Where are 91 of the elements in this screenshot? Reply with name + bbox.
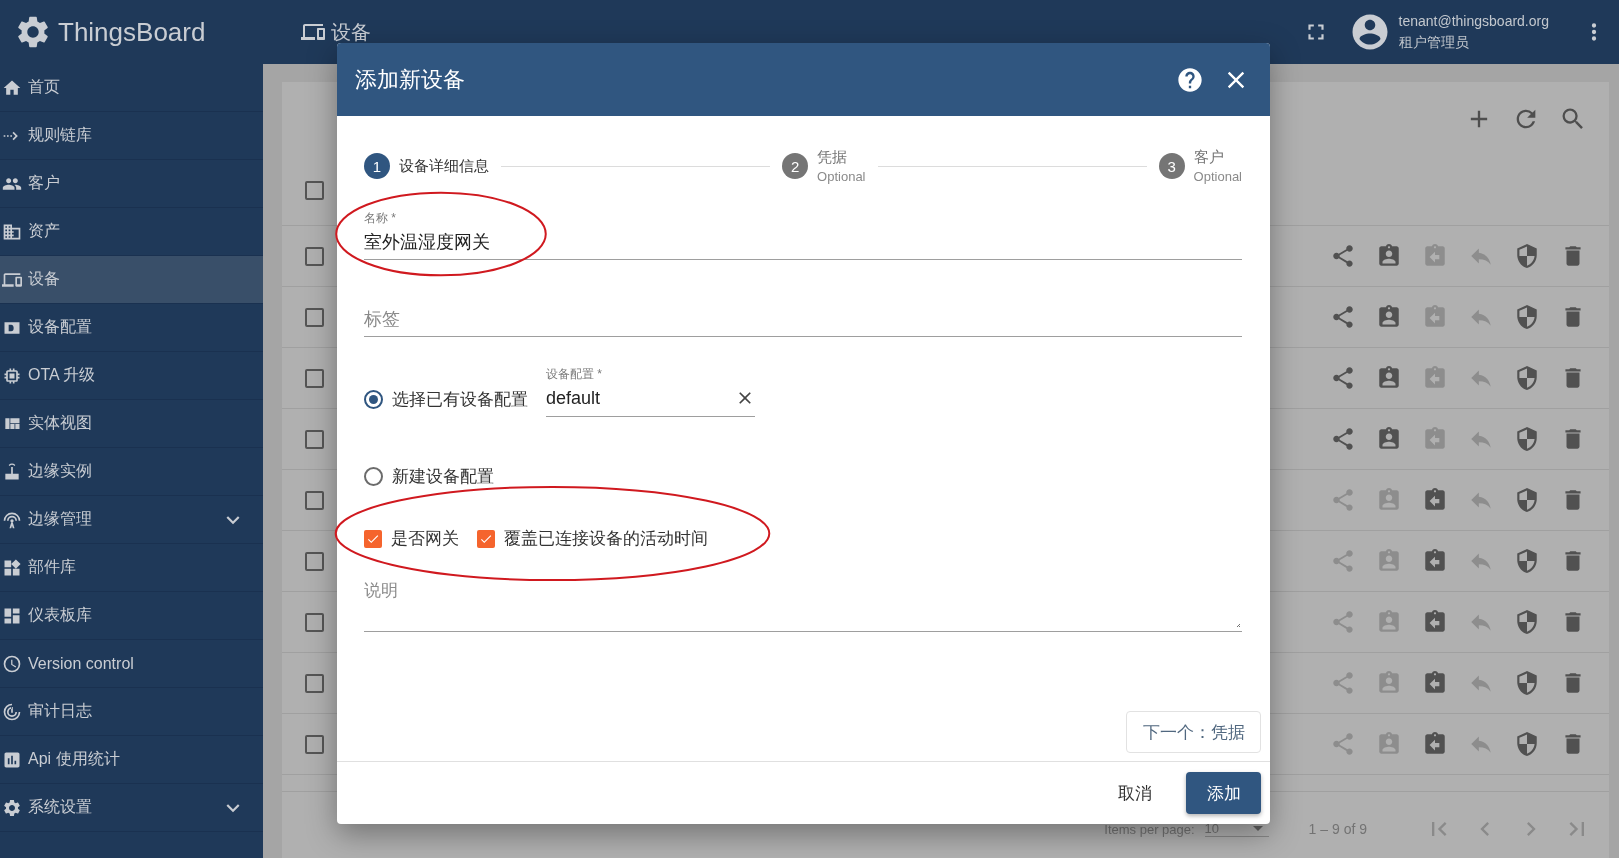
field-label: 设备配置 * — [546, 366, 603, 383]
shield-icon[interactable] — [1514, 487, 1540, 513]
user-role: 租户管理员 — [1398, 33, 1470, 52]
shield-icon[interactable] — [1514, 243, 1540, 269]
sidebar-item-label: 系统设置 — [28, 797, 93, 817]
sidebar-item[interactable]: 设备 — [0, 256, 263, 304]
sidebar-item-label: 客户 — [28, 173, 61, 193]
cancel-button[interactable]: 取消 — [1104, 771, 1166, 815]
clipboard-person-icon[interactable] — [1376, 365, 1402, 391]
next-button[interactable]: 下一个：凭据 — [1126, 711, 1261, 753]
sidebar-item-label: 部件库 — [28, 557, 77, 577]
sidebar-item[interactable]: 部件库 — [0, 544, 263, 592]
stepper-step[interactable]: 2 凭据 Optional — [782, 148, 866, 184]
clipboard-arrow-icon[interactable] — [1422, 426, 1448, 452]
dialog-title: 添加新设备 — [355, 65, 466, 94]
add-button[interactable]: 添加 — [1186, 772, 1261, 814]
page-range: 1 – 9 of 9 — [1308, 821, 1367, 837]
widgets-icon — [2, 557, 22, 578]
clipboard-arrow-icon[interactable] — [1422, 670, 1448, 696]
shield-icon[interactable] — [1514, 731, 1540, 757]
radio-option[interactable]: 新建设备配置 — [364, 465, 494, 494]
checkbox[interactable] — [305, 180, 324, 200]
device-profile-field[interactable]: default — [546, 383, 735, 413]
router-icon — [2, 461, 22, 482]
shield-icon[interactable] — [1514, 670, 1540, 696]
checkbox[interactable] — [305, 429, 324, 449]
shield-icon[interactable] — [1514, 365, 1540, 391]
checkbox[interactable] — [305, 734, 324, 754]
clipboard-arrow-icon[interactable] — [1422, 609, 1448, 635]
page-title: 设备 — [331, 19, 371, 45]
sidebar-item-label: 规则链库 — [28, 125, 93, 145]
checkbox[interactable] — [305, 246, 324, 266]
share-icon[interactable] — [1330, 426, 1356, 452]
radio-option[interactable]: 选择已有设备配置 — [364, 388, 528, 417]
clipboard-arrow-icon[interactable] — [1422, 304, 1448, 330]
sidebar-item[interactable]: 仪表板库 — [0, 592, 263, 640]
sidebar-item-label: 首页 — [28, 77, 61, 97]
sidebar-item[interactable]: Api 使用统计 — [0, 736, 263, 784]
checkbox-option[interactable]: 覆盖已连接设备的活动时间 — [477, 527, 708, 550]
clock-icon — [2, 653, 22, 674]
sidebar-item-label: 仪表板库 — [28, 605, 93, 625]
clipboard-arrow-icon[interactable] — [1422, 243, 1448, 269]
checkbox-option[interactable]: 是否网关 — [364, 527, 459, 550]
clipboard-arrow-icon[interactable] — [1422, 487, 1448, 513]
dropdown-arrow-icon — [1252, 826, 1263, 831]
field-label: 名称 * — [364, 210, 397, 227]
sidebar-item-label: 边缘实例 — [28, 461, 93, 481]
share-icon[interactable] — [1330, 304, 1356, 330]
sidebar-item-label: 实体视图 — [28, 413, 93, 433]
clipboard-arrow-icon[interactable] — [1422, 731, 1448, 757]
help-icon[interactable] — [1176, 65, 1204, 94]
name-field[interactable]: 室外温湿度网关 — [364, 227, 1242, 257]
target-icon — [2, 701, 22, 722]
shield-icon[interactable] — [1514, 304, 1540, 330]
checkbox[interactable] — [305, 368, 324, 388]
clipboard-person-icon[interactable] — [1376, 731, 1402, 757]
label-field[interactable]: 标签 — [364, 304, 1242, 334]
clipboard-arrow-icon[interactable] — [1422, 548, 1448, 574]
sidebar-item-label: 资产 — [28, 221, 61, 241]
stepper-step[interactable]: 3 客户 Optional — [1158, 148, 1242, 184]
sidebar-item-label: 设备配置 — [28, 317, 93, 337]
sidebar-item[interactable]: 系统设置 — [0, 784, 263, 832]
share-icon[interactable] — [1330, 365, 1356, 391]
description-field[interactable]: 说明 — [364, 579, 1242, 627]
user-email: tenant@thingsboard.org — [1398, 12, 1549, 29]
share-icon[interactable] — [1330, 243, 1356, 269]
clipboard-person-icon[interactable] — [1376, 670, 1402, 696]
checkbox[interactable] — [305, 307, 324, 327]
logo-text: ThingsBoard — [58, 16, 206, 48]
sidebar-item-label: 边缘管理 — [28, 509, 93, 529]
checkbox[interactable] — [305, 490, 324, 510]
stepper-step[interactable]: 1 设备详细信息 — [364, 153, 489, 179]
checkbox[interactable] — [305, 612, 324, 632]
clipboard-person-icon[interactable] — [1376, 243, 1402, 269]
clipboard-person-icon[interactable] — [1376, 487, 1402, 513]
sidebar-item-label: 审计日志 — [28, 701, 93, 721]
shield-icon[interactable] — [1514, 548, 1540, 574]
settings-icon — [2, 797, 22, 818]
clipboard-person-icon[interactable] — [1376, 426, 1402, 452]
clipboard-person-icon[interactable] — [1376, 609, 1402, 635]
checkbox[interactable] — [305, 673, 324, 693]
sidebar-item-label: 设备 — [28, 269, 61, 289]
checkbox[interactable] — [305, 551, 324, 571]
sidebar-item-label: Version control — [28, 654, 135, 673]
shield-icon[interactable] — [1514, 609, 1540, 635]
sidebar-item-label: Api 使用统计 — [28, 749, 121, 769]
clipboard-person-icon[interactable] — [1376, 304, 1402, 330]
clipboard-arrow-icon[interactable] — [1422, 365, 1448, 391]
shield-icon[interactable] — [1514, 426, 1540, 452]
clipboard-person-icon[interactable] — [1376, 548, 1402, 574]
sidebar-item-label: OTA 升级 — [28, 365, 97, 385]
